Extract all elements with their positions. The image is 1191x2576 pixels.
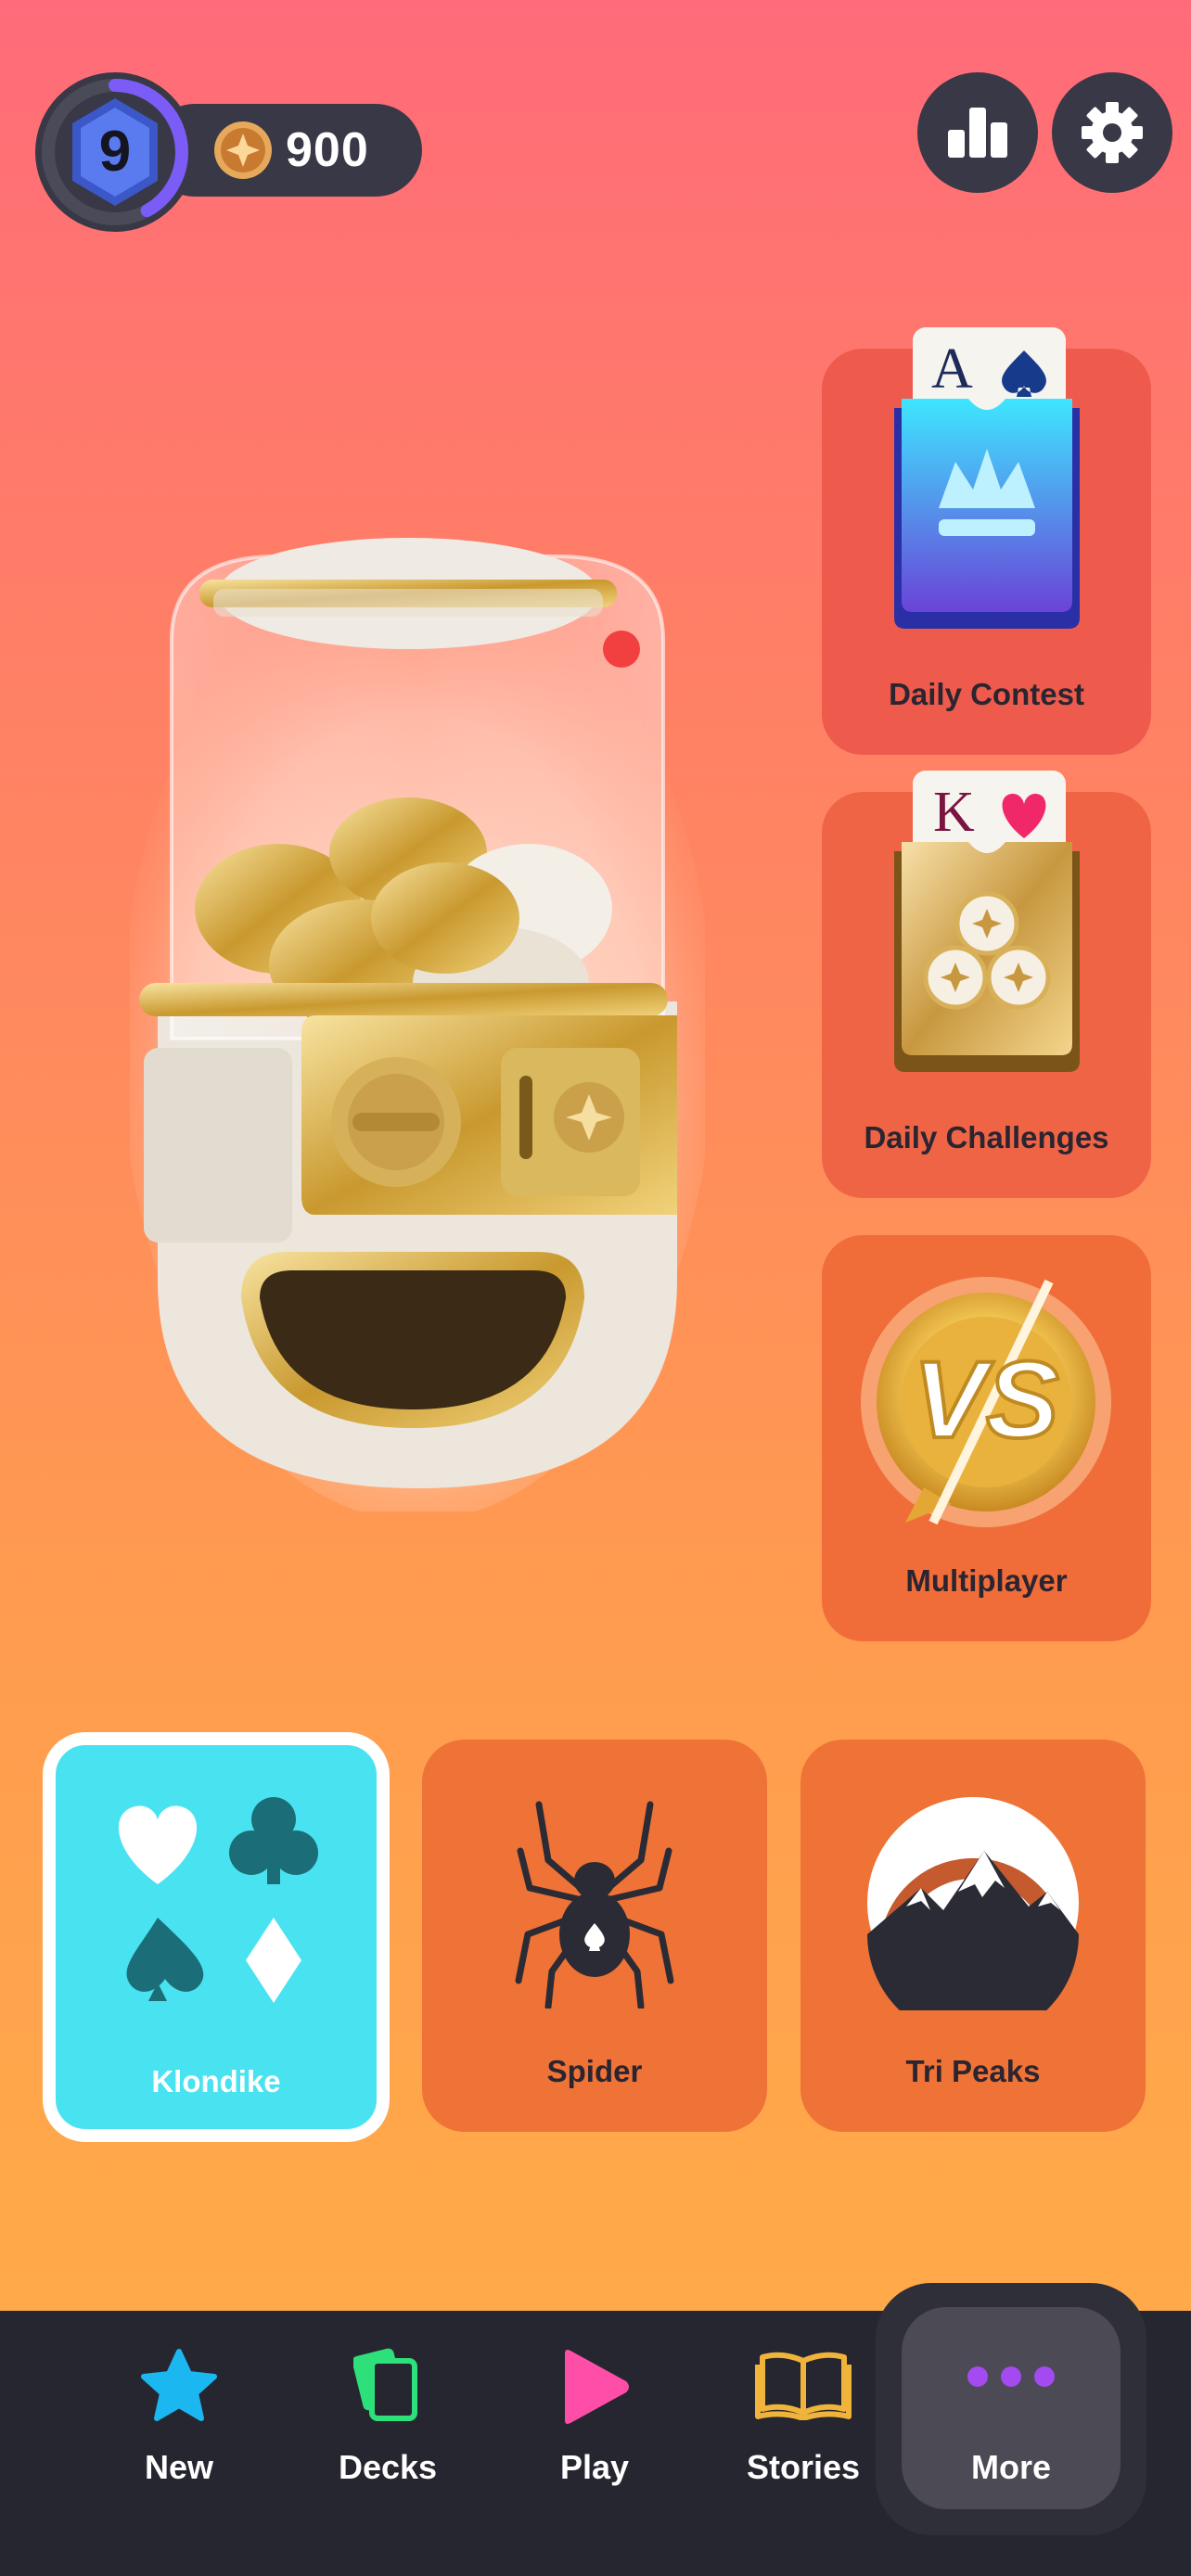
crown-ticket-icon: A (894, 327, 1080, 629)
daily-contest-label: Daily Contest (889, 677, 1084, 711)
gear-icon (1082, 102, 1143, 163)
daily-challenges-label: Daily Challenges (864, 1120, 1109, 1154)
cards-icon (353, 2348, 417, 2421)
leaderboard-button[interactable] (917, 72, 1038, 193)
gacha-machine[interactable] (121, 482, 714, 1521)
gold-ticket-icon: K (894, 771, 1080, 1072)
versus-medal-icon: VS (861, 1277, 1111, 1527)
multiplayer-tile[interactable]: VS Multiplayer (822, 1235, 1151, 1641)
nav-new-label: New (144, 2448, 214, 2486)
book-icon (755, 2352, 852, 2420)
bar-chart-icon (948, 108, 1007, 158)
card-rank-k: K (933, 781, 975, 844)
settings-button[interactable] (1052, 72, 1172, 193)
spider-icon (515, 1801, 674, 2009)
daily-challenges-tile[interactable]: K Daily Challenges (822, 771, 1151, 1198)
coin-count: 900 (286, 123, 369, 177)
mode-klondike-label: Klondike (151, 2064, 281, 2098)
play-icon (565, 2350, 629, 2424)
nav-play-label: Play (559, 2448, 630, 2486)
vs-text: VS (913, 1339, 1058, 1461)
card-suits-icon (118, 1797, 318, 2003)
nav-more-label: More (970, 2448, 1051, 2486)
mode-tri-peaks-label: Tri Peaks (905, 2054, 1041, 2088)
nav-play[interactable]: Play (502, 2311, 687, 2576)
daily-contest-tile[interactable]: A Daily Contest (822, 327, 1151, 755)
mode-spider-label: Spider (546, 2054, 643, 2088)
level-number: 9 (98, 120, 132, 184)
nav-new[interactable]: New (86, 2311, 272, 2576)
notification-dot (603, 631, 640, 668)
mode-klondike[interactable]: Klondike (43, 1732, 390, 2142)
nav-stories[interactable]: Stories (711, 2311, 896, 2576)
coin-icon (214, 121, 272, 179)
nav-decks[interactable]: Decks (295, 2311, 480, 2576)
mode-spider[interactable]: Spider (422, 1740, 767, 2132)
star-icon (141, 2349, 217, 2421)
nav-stories-label: Stories (746, 2448, 861, 2486)
mode-tri-peaks[interactable]: Tri Peaks (800, 1740, 1146, 2132)
mountain-peaks-icon (867, 1797, 1079, 2010)
nav-more[interactable]: More (918, 2311, 1104, 2576)
card-rank-a: A (931, 338, 973, 401)
dots-icon (967, 2366, 1055, 2387)
level-badge[interactable]: 9 (35, 72, 195, 232)
multiplayer-label: Multiplayer (905, 1563, 1068, 1598)
nav-decks-label: Decks (338, 2448, 438, 2486)
